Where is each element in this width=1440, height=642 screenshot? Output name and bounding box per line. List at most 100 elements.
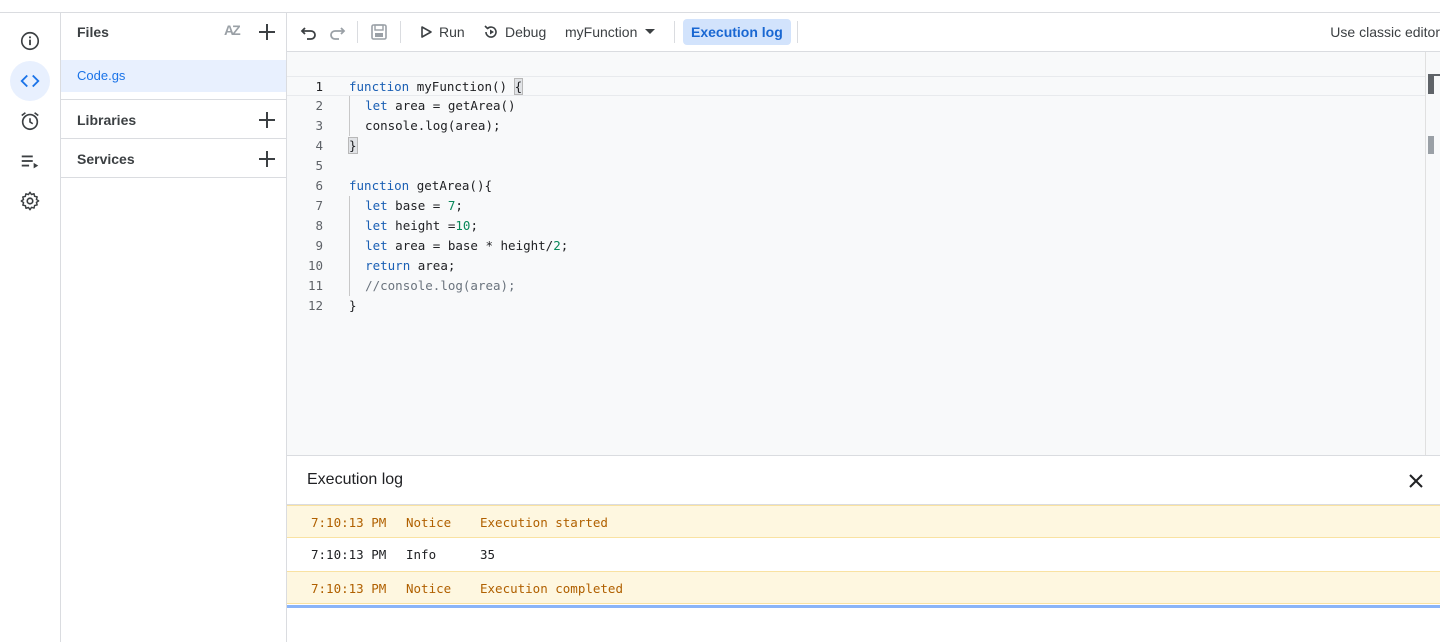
use-classic-editor-link[interactable]: Use classic editor xyxy=(1330,24,1440,40)
editor-button[interactable] xyxy=(10,61,50,101)
line-number: 6 xyxy=(315,178,323,193)
redo-icon[interactable] xyxy=(327,22,347,42)
gear-icon xyxy=(20,191,40,211)
services-section: Services xyxy=(61,138,286,177)
executions-button[interactable] xyxy=(10,141,50,181)
sort-az-icon[interactable]: AZ xyxy=(224,22,246,42)
execution-log-header: Execution log xyxy=(287,456,1440,505)
code-line: 11 //console.log(area); xyxy=(287,276,1425,296)
section-divider xyxy=(61,177,286,178)
line-number: 1 xyxy=(315,79,323,94)
function-select[interactable]: myFunction xyxy=(565,18,657,46)
toolbar-divider xyxy=(674,21,675,43)
libraries-label: Libraries xyxy=(77,112,137,128)
settings-button[interactable] xyxy=(10,181,50,221)
code-keyword: let xyxy=(365,238,388,253)
run-button[interactable]: Run xyxy=(419,18,465,46)
line-text: let base = 7; xyxy=(349,196,463,216)
libraries-section: Libraries xyxy=(61,99,286,138)
services-label: Services xyxy=(77,151,135,167)
execution-log-button[interactable]: Execution log xyxy=(683,19,791,45)
execution-log-label: Execution log xyxy=(691,24,783,40)
triggers-button[interactable] xyxy=(10,101,50,141)
log-row: 7:10:13 PM Notice Execution started xyxy=(287,505,1440,538)
run-label: Run xyxy=(439,24,465,40)
code-line: 5 xyxy=(287,156,1425,176)
line-number: 8 xyxy=(315,218,323,233)
log-severity: Info xyxy=(406,547,437,562)
code-brace: } xyxy=(348,137,358,154)
line-number: 12 xyxy=(307,298,323,313)
line-text: } xyxy=(348,136,358,156)
debug-button[interactable]: Debug xyxy=(483,18,546,46)
line-number: 11 xyxy=(307,278,323,293)
code-line: 4 } xyxy=(287,136,1425,156)
code-keyword: let xyxy=(365,198,388,213)
close-icon[interactable] xyxy=(1405,470,1427,492)
log-focus-bar xyxy=(287,605,1440,608)
line-text: let height =10; xyxy=(349,216,478,236)
log-message: Execution started xyxy=(480,515,608,530)
add-service-icon[interactable] xyxy=(257,149,277,169)
code-icon xyxy=(20,74,40,88)
file-item-code-gs[interactable]: Code.gs xyxy=(61,60,286,92)
line-number: 7 xyxy=(315,198,323,213)
toolbar: Run Debug myFunction Execution log Use c… xyxy=(287,13,1440,52)
execution-log-title: Execution log xyxy=(307,471,404,488)
toolbar-divider xyxy=(797,21,798,43)
files-header: Files AZ xyxy=(61,13,286,51)
line-text: function myFunction() { xyxy=(349,78,524,95)
code-number: 7 xyxy=(447,198,456,213)
log-message: Execution completed xyxy=(480,581,623,596)
chevron-down-icon xyxy=(645,29,656,34)
scrollbar-marker xyxy=(1428,136,1434,154)
code-line: 1 function myFunction() { xyxy=(287,76,1425,96)
info-icon xyxy=(20,31,40,51)
editor-scrollbar[interactable] xyxy=(1425,52,1440,455)
code-editor[interactable]: 1 function myFunction() { 2 let area = g… xyxy=(287,52,1440,455)
code-line: 2 let area = getArea() xyxy=(287,96,1425,116)
debug-icon xyxy=(484,25,497,38)
code-line: 3 console.log(area); xyxy=(287,116,1425,136)
code-lines: 1 function myFunction() { 2 let area = g… xyxy=(287,76,1425,316)
executions-icon xyxy=(21,155,39,169)
code-brace: { xyxy=(513,78,524,95)
code-keyword: let xyxy=(365,218,388,233)
log-time: 7:10:13 PM xyxy=(311,547,387,562)
log-time: 7:10:13 PM xyxy=(311,581,387,596)
toolbar-divider xyxy=(400,21,401,43)
line-text: function getArea(){ xyxy=(349,178,493,193)
code-line: 7 let base = 7; xyxy=(287,196,1425,216)
code-line: 6 function getArea(){ xyxy=(287,176,1425,196)
code-keyword: return xyxy=(365,258,411,273)
undo-icon[interactable] xyxy=(299,22,319,42)
code-number: 2 xyxy=(553,238,561,253)
files-panel: Files AZ Code.gs Libraries Services xyxy=(61,13,287,642)
line-number: 10 xyxy=(307,258,323,273)
file-name: Code.gs xyxy=(77,68,126,83)
add-file-icon[interactable] xyxy=(257,22,277,42)
line-text: console.log(area); xyxy=(349,116,501,136)
overview-button[interactable] xyxy=(10,21,50,61)
line-number: 5 xyxy=(315,158,323,173)
line-number: 2 xyxy=(315,98,323,113)
log-severity: Notice xyxy=(406,581,452,596)
play-icon xyxy=(421,26,432,38)
code-line: 9 let area = base * height/2; xyxy=(287,236,1425,256)
toolbar-divider xyxy=(357,21,358,43)
line-text: //console.log(area); xyxy=(349,276,516,296)
code-line: 8 let height =10; xyxy=(287,216,1425,236)
add-library-icon[interactable] xyxy=(257,110,277,130)
save-icon[interactable] xyxy=(369,22,389,42)
function-select-value: myFunction xyxy=(565,24,638,40)
line-text: } xyxy=(349,298,357,313)
code-number: 10 xyxy=(455,218,471,233)
log-severity: Notice xyxy=(406,515,452,530)
scrollbar-thumb[interactable] xyxy=(1428,76,1434,94)
log-time: 7:10:13 PM xyxy=(311,515,387,530)
files-title: Files xyxy=(77,24,109,40)
line-text: let area = base * height/2; xyxy=(349,236,568,256)
alarm-icon xyxy=(21,112,39,131)
code-line: 12 } xyxy=(287,296,1425,316)
line-text: return area; xyxy=(349,256,455,276)
